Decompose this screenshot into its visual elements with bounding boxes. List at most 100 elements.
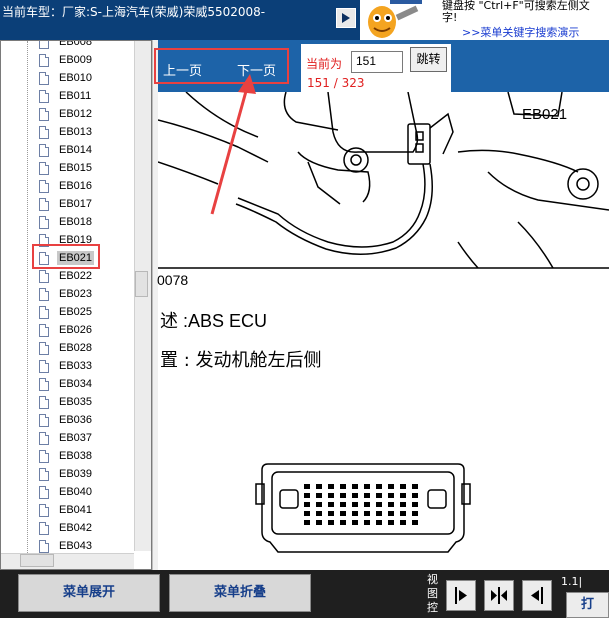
document-icon bbox=[39, 449, 49, 463]
tree-item[interactable]: EB015 bbox=[39, 159, 94, 177]
tree-item[interactable]: EB039 bbox=[39, 465, 94, 483]
jump-button[interactable]: 跳转 bbox=[410, 47, 447, 72]
connector-pin bbox=[328, 484, 334, 489]
view-expand-left-button[interactable] bbox=[522, 580, 552, 611]
document-icon bbox=[39, 431, 49, 445]
tree-item[interactable]: EB041 bbox=[39, 501, 94, 519]
connector-pin bbox=[340, 502, 346, 507]
print-button[interactable]: 打 bbox=[566, 592, 609, 618]
header-arrow-button[interactable] bbox=[336, 8, 356, 28]
tree-item[interactable]: EB014 bbox=[39, 141, 94, 159]
tree-item[interactable]: EB026 bbox=[39, 321, 94, 339]
tree-item[interactable]: EB010 bbox=[39, 69, 94, 87]
keyword-search-demo-link[interactable]: >>菜单关键字搜索演示 bbox=[462, 24, 579, 40]
tree-item[interactable]: EB012 bbox=[39, 105, 94, 123]
menu-tree: EB008 EB009 EB010 EB011 EB012 EB013 EB014 EB015… bbox=[0, 40, 152, 570]
connector-pin bbox=[328, 511, 334, 516]
tree-item[interactable]: EB025 bbox=[39, 303, 94, 321]
tree-item-label: EB034 bbox=[59, 378, 93, 390]
connector-pin bbox=[400, 502, 406, 507]
document-icon bbox=[39, 179, 49, 193]
connector-pin bbox=[412, 511, 418, 516]
connector-pin bbox=[400, 520, 406, 525]
tree-item[interactable]: EB040 bbox=[39, 483, 94, 501]
tree-item-label: EB013 bbox=[59, 126, 93, 138]
document-icon bbox=[39, 215, 49, 229]
tree-item[interactable]: EB036 bbox=[39, 411, 94, 429]
connector-pin bbox=[304, 502, 310, 507]
tree-item-label: EB039 bbox=[59, 468, 93, 480]
connector-pin bbox=[388, 502, 394, 507]
connector-pin bbox=[316, 520, 322, 525]
tree-item-label: EB040 bbox=[59, 486, 93, 498]
tree-item[interactable]: EB017 bbox=[39, 195, 94, 213]
play-arrow-icon bbox=[342, 13, 350, 23]
connector-pin bbox=[412, 484, 418, 489]
tree-horizontal-scroll-thumb[interactable] bbox=[20, 554, 54, 567]
tree-guide-line bbox=[27, 41, 28, 569]
tree-item[interactable]: EB008 bbox=[39, 40, 94, 51]
menu-expand-button[interactable]: 菜单展开 bbox=[18, 574, 160, 612]
tree-item[interactable]: EB016 bbox=[39, 177, 94, 195]
tree-item-label: EB042 bbox=[59, 522, 93, 534]
current-page-label: 当前为 bbox=[306, 57, 343, 71]
selected-item-highlight bbox=[32, 244, 100, 269]
page-number-input[interactable]: 151 bbox=[351, 51, 403, 73]
connector-pin bbox=[376, 520, 382, 525]
connector-pin bbox=[388, 520, 394, 525]
tree-item-label: EB012 bbox=[59, 108, 93, 120]
tree-item[interactable]: EB033 bbox=[39, 357, 94, 375]
tree-item[interactable]: EB042 bbox=[39, 519, 94, 537]
tree-item-label: EB017 bbox=[59, 198, 93, 210]
tree-item-label: EB041 bbox=[59, 504, 93, 516]
connector-pin bbox=[400, 493, 406, 498]
tree-item-label: EB010 bbox=[59, 72, 93, 84]
tree-item-label: EB036 bbox=[59, 414, 93, 426]
connector-pin bbox=[352, 511, 358, 516]
connector-pin bbox=[304, 493, 310, 498]
tree-item[interactable]: EB023 bbox=[39, 285, 94, 303]
document-icon bbox=[39, 305, 49, 319]
tree-item[interactable]: EB028 bbox=[39, 339, 94, 357]
split-arrows-icon bbox=[491, 587, 507, 604]
connector-pin bbox=[376, 493, 382, 498]
document-icon bbox=[39, 521, 49, 535]
connector-pin bbox=[304, 484, 310, 489]
document-icon bbox=[39, 341, 49, 355]
document-icon bbox=[39, 197, 49, 211]
tree-item[interactable]: EB009 bbox=[39, 51, 94, 69]
tree-item[interactable]: EB013 bbox=[39, 123, 94, 141]
tree-item-label: EB037 bbox=[59, 432, 93, 444]
document-icon bbox=[39, 539, 49, 553]
document-icon bbox=[39, 71, 49, 85]
tree-vertical-scroll-thumb[interactable] bbox=[135, 271, 148, 297]
view-split-button[interactable] bbox=[484, 580, 514, 611]
view-expand-right-button[interactable] bbox=[446, 580, 476, 611]
connector-pin bbox=[304, 511, 310, 516]
connector-pin bbox=[352, 493, 358, 498]
tree-item[interactable]: EB018 bbox=[39, 213, 94, 231]
figure-reference: 0078 bbox=[157, 272, 189, 288]
connector-pin bbox=[316, 484, 322, 489]
tree-item-label: EB033 bbox=[59, 360, 93, 372]
tree-item-label: EB022 bbox=[59, 270, 93, 282]
component-location: 置 : 发动机舱左后侧 bbox=[160, 350, 322, 371]
connector-pin bbox=[352, 502, 358, 507]
tree-item[interactable]: EB038 bbox=[39, 447, 94, 465]
tree-item[interactable]: EB035 bbox=[39, 393, 94, 411]
component-description: 述 :ABS ECU bbox=[160, 311, 268, 331]
tree-item-label: EB038 bbox=[59, 450, 93, 462]
callout-label: EB021 bbox=[522, 106, 568, 123]
tree-item[interactable]: EB011 bbox=[39, 87, 93, 105]
tree-item-label: EB008 bbox=[59, 40, 93, 48]
current-vehicle-label: 当前车型：厂家:S-上海汽车(荣威)荣威5502008- bbox=[2, 5, 266, 19]
tree-item[interactable]: EB034 bbox=[39, 375, 94, 393]
connector-pin bbox=[340, 511, 346, 516]
tree-item[interactable]: EB037 bbox=[39, 429, 94, 447]
document-icon bbox=[39, 359, 49, 373]
connector-pin bbox=[376, 484, 382, 489]
menu-collapse-button[interactable]: 菜单折叠 bbox=[169, 574, 311, 612]
document-icon bbox=[39, 377, 49, 391]
tree-item-label: EB035 bbox=[59, 396, 93, 408]
tree-item[interactable]: EB022 bbox=[39, 267, 94, 285]
